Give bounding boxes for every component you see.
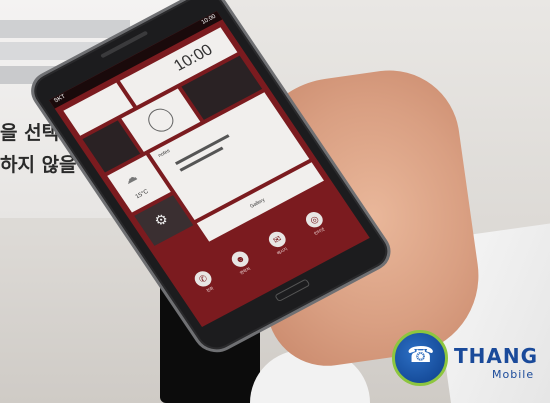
dock-glyph: ◎ <box>307 213 321 226</box>
cloud-icon: ☁ <box>121 169 140 187</box>
dock-label-contacts: 연락처 <box>238 266 252 276</box>
logo-emblem-icon: ☎ <box>392 330 448 386</box>
dock-label-phone: 전화 <box>205 285 215 294</box>
status-time: 10:00 <box>200 13 218 26</box>
sign-text-line2: 하지 않을 <box>0 154 77 176</box>
logo-title: THANG <box>454 344 539 368</box>
carrier-label: SKT <box>53 93 67 105</box>
dock-glyph: ☻ <box>233 252 248 266</box>
dock-label-messages: 메시지 <box>275 246 289 256</box>
notes-title: notes <box>157 148 172 159</box>
gallery-label: Gallery <box>248 197 267 210</box>
thang-mobile-logo: ☎ THANG Mobile <box>392 326 550 398</box>
dock-glyph: ✉ <box>270 233 284 245</box>
gear-icon: ⚙ <box>151 210 172 230</box>
dock-glyph: ✆ <box>196 272 209 285</box>
sign-bar <box>0 20 130 38</box>
clock-face-icon <box>143 104 179 136</box>
logo-subtitle: Mobile <box>492 368 535 381</box>
dock-label-internet: 인터넷 <box>312 226 326 236</box>
photo-scene: 을 선택하여 하지 않을 SKT 10:00 10:00 ☁ 15°C note… <box>0 0 550 403</box>
weather-temp: 15°C <box>134 188 150 201</box>
